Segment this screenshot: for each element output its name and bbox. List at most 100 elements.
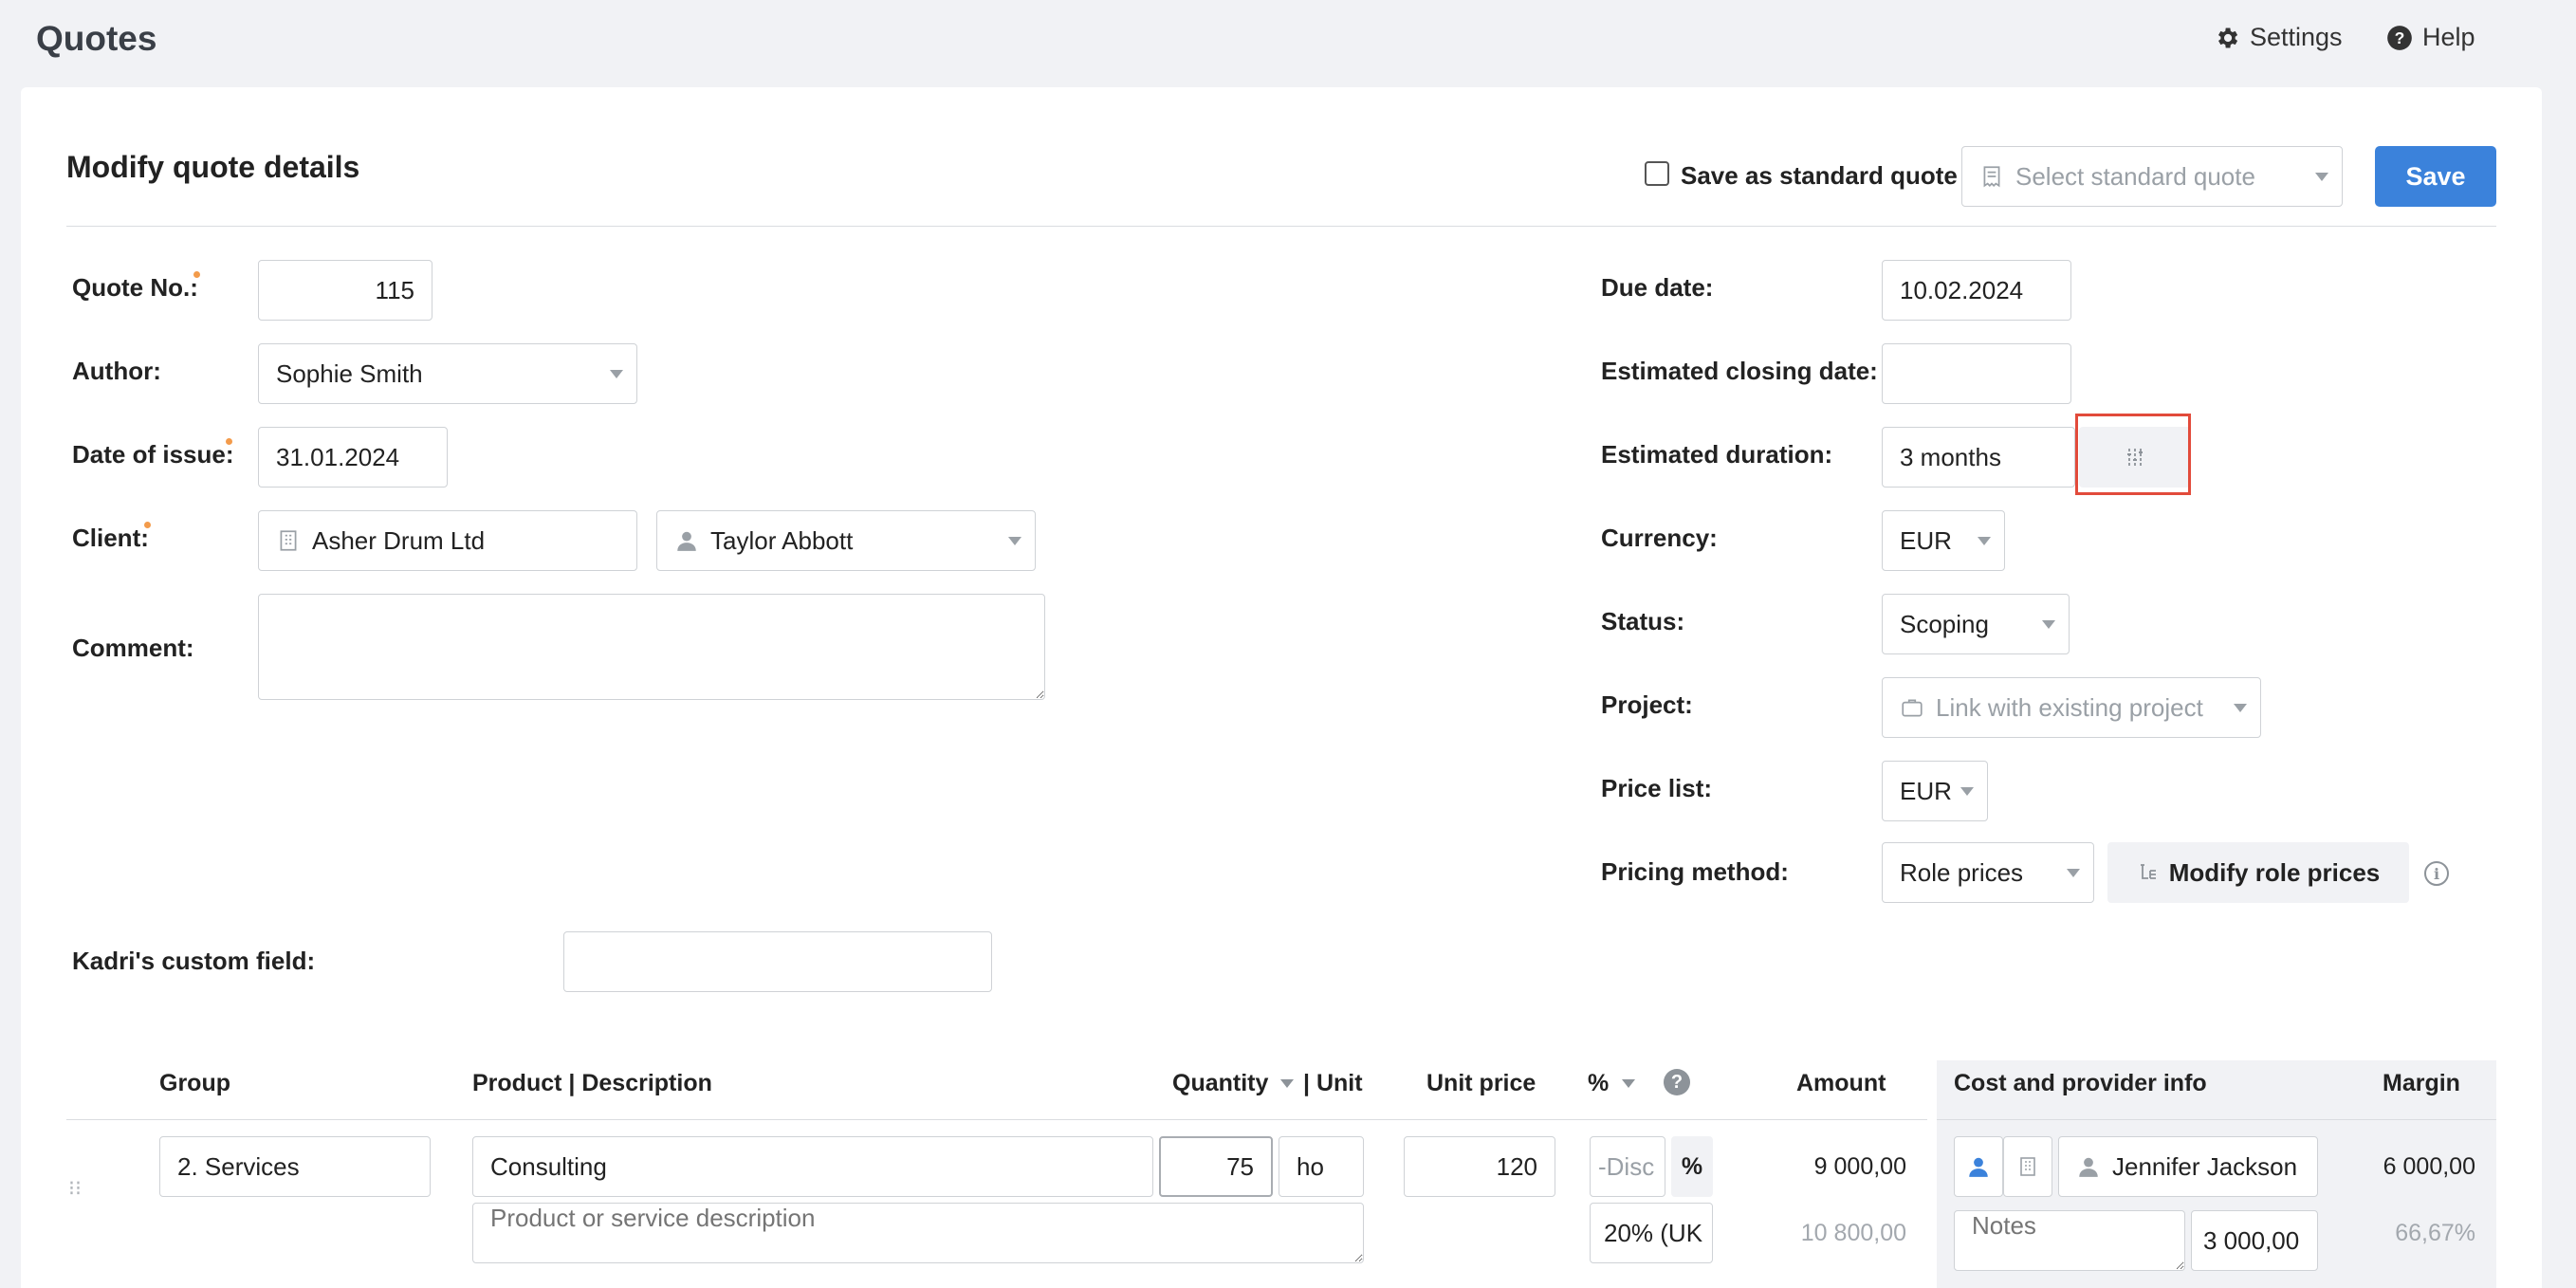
top-bar: Quotes Settings ? Help: [0, 0, 2576, 87]
project-label: Project:: [1601, 690, 1693, 719]
chevron-down-icon[interactable]: [1280, 1079, 1294, 1088]
price-list-value: EUR: [1900, 776, 1952, 805]
status-select[interactable]: Scoping: [1882, 594, 2070, 654]
vat-select[interactable]: 20% (UK: [1590, 1203, 1713, 1263]
cost-header-divider: [1937, 1119, 2496, 1120]
person-icon: [2079, 1157, 2098, 1177]
unit-price-header: Unit price: [1426, 1070, 1536, 1096]
discount-unit-toggle[interactable]: %: [1671, 1136, 1713, 1197]
person-icon: [1969, 1157, 1988, 1177]
standard-quote-select[interactable]: Select standard quote: [1961, 146, 2343, 207]
settings-label: Settings: [2250, 23, 2343, 51]
client-company-select[interactable]: Asher Drum Ltd: [258, 510, 637, 571]
building-icon: [2020, 1157, 2035, 1176]
chevron-down-icon: [1008, 537, 1021, 545]
unit-input[interactable]: ho: [1279, 1136, 1364, 1197]
cost-input[interactable]: 3 000,00: [2191, 1210, 2318, 1271]
help-icon[interactable]: ?: [1664, 1069, 1690, 1095]
client-contact-select[interactable]: Taylor Abbott: [656, 510, 1036, 571]
duration-input[interactable]: 3 months: [1882, 427, 2075, 488]
price-list-select[interactable]: EUR: [1882, 761, 1988, 821]
required-indicator: [193, 271, 200, 278]
due-date-input[interactable]: 10.02.2024: [1882, 260, 2071, 321]
chevron-down-icon: [1978, 537, 1991, 545]
settings-link[interactable]: Settings: [2214, 23, 2343, 52]
hierarchy-icon: [2140, 864, 2156, 879]
currency-value: EUR: [1900, 525, 1952, 555]
gear-icon: [2218, 28, 2238, 47]
margin-value: 6 000,00: [2383, 1153, 2475, 1180]
client-contact-value: Taylor Abbott: [710, 525, 854, 555]
building-icon: [280, 530, 297, 551]
chevron-down-icon: [2042, 620, 2055, 629]
author-select[interactable]: Sophie Smith: [258, 343, 637, 404]
standard-quote-placeholder: Select standard quote: [2015, 161, 2255, 191]
modify-role-prices-button[interactable]: Modify role prices: [2107, 842, 2409, 903]
date-of-issue-input[interactable]: 31.01.2024: [258, 427, 448, 488]
person-icon: [677, 531, 696, 551]
pricing-method-select[interactable]: Role prices: [1882, 842, 2094, 903]
quantity-input[interactable]: 75: [1159, 1136, 1273, 1197]
author-label: Author:: [72, 357, 161, 385]
help-link[interactable]: ? Help: [2386, 23, 2475, 52]
date-of-issue-label: Date of issue:: [72, 440, 234, 469]
currency-select[interactable]: EUR: [1882, 510, 2005, 571]
highlight-box: [2075, 414, 2191, 495]
chevron-down-icon: [2234, 704, 2247, 712]
modify-role-prices-label: Modify role prices: [2168, 857, 2381, 887]
save-button[interactable]: Save: [2375, 146, 2496, 207]
drag-handle-icon[interactable]: ⁝⁝: [68, 1176, 82, 1201]
quantity-header[interactable]: Quantity: [1172, 1070, 1268, 1097]
chevron-down-icon[interactable]: [1622, 1079, 1635, 1088]
chevron-down-icon: [1960, 787, 1974, 796]
save-as-standard-label: Save as standard quote: [1681, 161, 1958, 190]
pricing-method-value: Role prices: [1900, 857, 2024, 887]
discount-input[interactable]: -Disc: [1590, 1136, 1665, 1197]
status-value: Scoping: [1900, 609, 1989, 638]
closing-date-input[interactable]: [1882, 343, 2071, 404]
help-icon: ?: [2387, 25, 2412, 50]
unit-header: | Unit: [1303, 1070, 1363, 1096]
company-provider-toggle[interactable]: [2003, 1136, 2052, 1197]
provider-value: Jennifer Jackson: [2112, 1151, 2298, 1181]
help-label: Help: [2422, 23, 2475, 51]
project-select[interactable]: Link with existing project: [1882, 677, 2261, 738]
product-header: Product | Description: [472, 1070, 712, 1096]
unit-price-input[interactable]: 120: [1404, 1136, 1555, 1197]
group-input[interactable]: 2. Services: [159, 1136, 431, 1197]
amount-value: 9 000,00: [1813, 1153, 1906, 1180]
chevron-down-icon: [2315, 173, 2328, 181]
duration-label: Estimated duration:: [1601, 440, 1833, 469]
page-title: Quotes: [36, 19, 157, 58]
closing-date-label: Estimated closing date:: [1601, 357, 1878, 385]
card-title: Modify quote details: [66, 150, 360, 184]
save-as-standard-checkbox[interactable]: [1645, 161, 1669, 186]
receipt-icon: [1983, 166, 2000, 188]
chevron-down-icon: [2067, 869, 2080, 877]
cost-info-header: Cost and provider info: [1954, 1070, 2207, 1096]
description-textarea[interactable]: [472, 1203, 1364, 1263]
required-indicator: [144, 522, 151, 528]
comment-textarea[interactable]: [258, 594, 1045, 700]
quote-card: Modify quote details Save as standard qu…: [21, 87, 2542, 1288]
quote-no-label: Quote No.:: [72, 273, 198, 302]
person-provider-toggle[interactable]: [1954, 1136, 2003, 1197]
table-header-divider: [66, 1119, 1927, 1120]
notes-textarea[interactable]: [1954, 1210, 2185, 1271]
comment-label: Comment:: [72, 634, 194, 662]
due-date-label: Due date:: [1601, 273, 1714, 302]
quote-no-input[interactable]: 115: [258, 260, 432, 321]
provider-select[interactable]: Jennifer Jackson: [2058, 1136, 2318, 1197]
chevron-down-icon: [610, 370, 623, 378]
info-icon[interactable]: i: [2424, 861, 2449, 886]
author-value: Sophie Smith: [276, 359, 423, 388]
product-input[interactable]: Consulting: [472, 1136, 1153, 1197]
status-label: Status:: [1601, 607, 1685, 635]
client-label: Client:: [72, 524, 149, 552]
percent-header[interactable]: %: [1588, 1070, 1609, 1097]
required-indicator: [226, 438, 232, 445]
header-divider: [66, 226, 2496, 227]
currency-label: Currency:: [1601, 524, 1718, 552]
pricing-method-label: Pricing method:: [1601, 857, 1789, 886]
custom-field-input[interactable]: [563, 931, 992, 992]
